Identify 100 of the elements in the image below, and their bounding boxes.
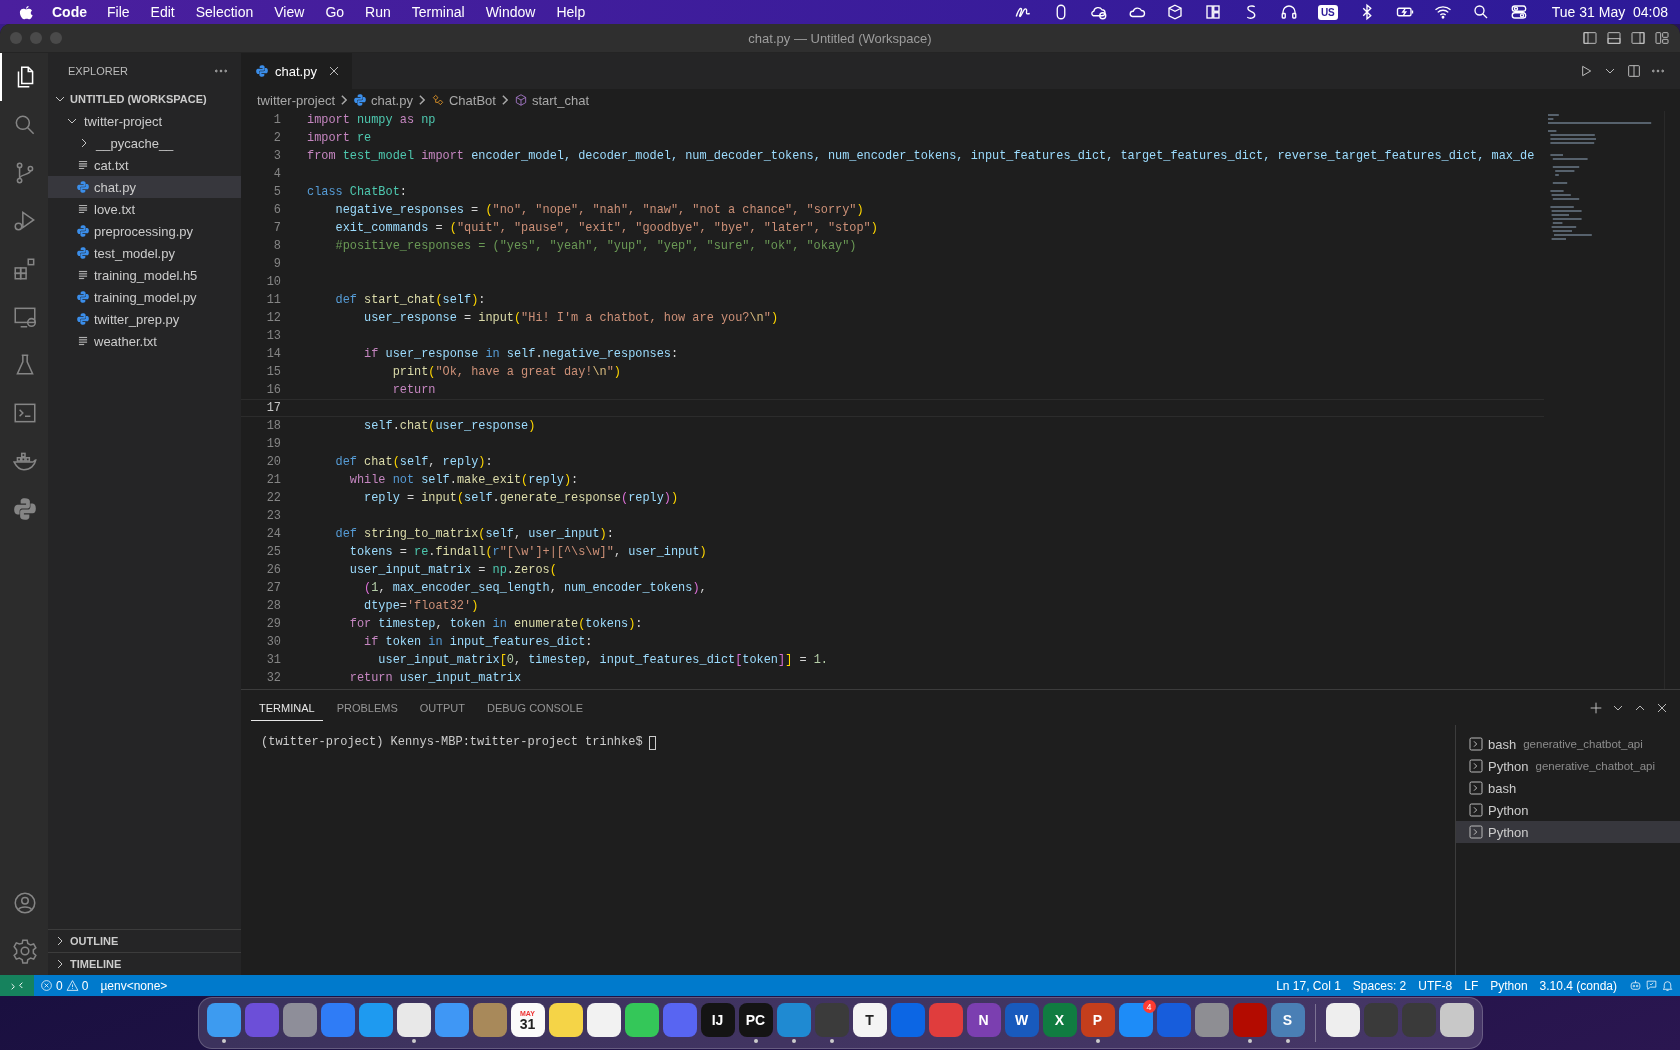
app-icon[interactable]: S xyxy=(1270,1003,1305,1037)
account-icon[interactable] xyxy=(12,890,38,916)
status-item[interactable]: Spaces: 2 xyxy=(1346,978,1413,993)
line-number: 16 xyxy=(265,383,281,397)
code-line: class ChatBot: xyxy=(307,185,407,199)
app-icon[interactable] xyxy=(396,1003,431,1037)
layout-icon[interactable] xyxy=(1654,30,1670,46)
breadcrumb-item[interactable]: start_chat xyxy=(513,92,590,108)
copilot-icon[interactable] xyxy=(1629,979,1642,992)
tree-item[interactable]: training_model.h5 xyxy=(48,264,241,286)
terminal-session[interactable]: Python xyxy=(1456,821,1680,843)
code-line: def chat(self, reply): xyxy=(334,455,493,469)
input-source[interactable]: US xyxy=(1317,4,1338,20)
code-line: exit_commands = ("quit", "pause", "exit", "goodbye", "bye", "later", "stop") xyxy=(334,221,878,235)
app-menu[interactable]: Code xyxy=(52,4,87,20)
tree-item[interactable]: cat.txt xyxy=(48,154,241,176)
file-name: training_model.py xyxy=(94,289,197,305)
status-item[interactable]: Ln 17, Col 1 xyxy=(1270,978,1347,993)
panel-toggle-icon[interactable] xyxy=(1606,30,1622,46)
status-item[interactable]: µenv<none> xyxy=(94,978,174,993)
line-number: 21 xyxy=(265,473,281,487)
sidebar-toggle-icon[interactable] xyxy=(1630,30,1646,46)
tree-item[interactable]: weather.txt xyxy=(48,330,241,352)
panel-tab[interactable]: PROBLEMS xyxy=(328,694,406,721)
line-number: 17 xyxy=(265,401,281,415)
terminal-session[interactable]: bash xyxy=(1456,777,1680,799)
layout-icon[interactable] xyxy=(1203,3,1222,21)
app-icon[interactable] xyxy=(624,1003,659,1037)
python-file-icon xyxy=(76,312,90,326)
file-name: preprocessing.py xyxy=(94,223,193,239)
status-item[interactable]: LF xyxy=(1458,978,1485,993)
panel-tab[interactable]: DEBUG CONSOLE xyxy=(479,694,591,721)
section-header[interactable]: UNTITLED (WORKSPACE) xyxy=(48,88,241,110)
menu-item[interactable]: Selection xyxy=(195,4,254,20)
breadcrumb-item[interactable]: twitter-project xyxy=(257,92,336,108)
app-icon[interactable] xyxy=(586,1003,621,1037)
status-item[interactable]: Python xyxy=(1484,978,1534,993)
sidebar-toggle-icon[interactable] xyxy=(1582,30,1598,46)
menu-item[interactable]: Edit xyxy=(150,4,175,20)
menu-item[interactable]: Help xyxy=(556,4,586,20)
status-item[interactable]: UTF-8 xyxy=(1412,978,1459,993)
cube-icon[interactable] xyxy=(1165,3,1184,21)
terminal-session[interactable]: Python xyxy=(1456,799,1680,821)
tree-item[interactable]: test_model.py xyxy=(48,242,241,264)
line-number: 18 xyxy=(265,419,281,433)
chevron-icon xyxy=(501,95,508,105)
app-icon[interactable]: P xyxy=(1080,1003,1115,1037)
menu-item[interactable]: Go xyxy=(325,4,345,20)
app-icon[interactable] xyxy=(1325,1003,1360,1037)
bell-icon[interactable] xyxy=(1661,979,1674,992)
code-line: return user_input_matrix xyxy=(348,671,522,685)
app-icon[interactable]: IJ xyxy=(700,1003,735,1037)
chevron-icon xyxy=(418,95,425,105)
search-icon[interactable] xyxy=(1471,3,1490,21)
tree-item[interactable]: chat.py xyxy=(48,176,241,198)
app-icon[interactable]: T xyxy=(852,1003,887,1037)
status-item[interactable]: 3.10.4 (conda) xyxy=(1533,978,1623,993)
app-icon[interactable] xyxy=(548,1003,583,1037)
python-icon[interactable] xyxy=(12,496,38,522)
menu-item[interactable]: Window xyxy=(485,4,536,20)
tree-item[interactable]: preprocessing.py xyxy=(48,220,241,242)
line-number: 26 xyxy=(265,563,281,577)
menu-item[interactable]: View xyxy=(274,4,305,20)
terminal-session[interactable]: bash generative_chatbot_api xyxy=(1456,733,1680,755)
tree-item[interactable]: twitter-project xyxy=(48,110,241,132)
clock[interactable]: Tue 31 May 04:08 xyxy=(1551,4,1668,20)
code-line: #positive_responses = ("yes", "yeah", "yup", "yep", "sure", "ok", "okay") xyxy=(334,239,857,253)
terminal-session[interactable]: Python generative_chatbot_api xyxy=(1456,755,1680,777)
control-center-icon[interactable] xyxy=(1509,3,1528,21)
menu-item[interactable]: File xyxy=(107,4,130,20)
session-detail: generative_chatbot_api xyxy=(1535,760,1656,772)
feedback-icon[interactable] xyxy=(1645,979,1658,992)
tree-item[interactable]: love.txt xyxy=(48,198,241,220)
headphones-icon[interactable] xyxy=(1279,3,1298,21)
menu-item[interactable]: Terminal xyxy=(411,4,465,20)
line-number: 14 xyxy=(265,347,281,361)
code-line: if user_response in self.negative_responses: xyxy=(363,347,679,361)
split-editor-icon[interactable] xyxy=(1626,63,1642,79)
line-number: 24 xyxy=(265,527,281,541)
breadcrumb-item[interactable]: ChatBot xyxy=(430,92,496,108)
line-number: 29 xyxy=(265,617,281,631)
python-file-icon xyxy=(76,224,90,238)
code-line: self.chat(user_response) xyxy=(363,419,536,433)
panel-tab[interactable]: TERMINAL xyxy=(251,694,323,721)
app-icon[interactable] xyxy=(1439,1003,1474,1037)
menu-item[interactable]: Run xyxy=(365,4,391,20)
settings-icon[interactable] xyxy=(12,938,38,964)
app-icon[interactable]: N xyxy=(966,1003,1001,1037)
app-icon[interactable]: X xyxy=(1042,1003,1077,1037)
tree-item[interactable]: __pycache__ xyxy=(48,132,241,154)
breadcrumb-item[interactable]: chat.py xyxy=(353,92,413,108)
panel-tab[interactable]: OUTPUT xyxy=(411,694,473,721)
wifi-icon[interactable] xyxy=(1433,3,1452,21)
tree-item[interactable]: training_model.py xyxy=(48,286,241,308)
line-number: 12 xyxy=(265,311,281,325)
editor-tab[interactable]: chat.py xyxy=(241,53,352,89)
app-icon[interactable]: PC xyxy=(738,1003,773,1037)
problems-indicator[interactable]: 0 0 xyxy=(34,978,95,993)
tree-item[interactable]: twitter_prep.py xyxy=(48,308,241,330)
app-icon[interactable]: W xyxy=(1004,1003,1039,1037)
